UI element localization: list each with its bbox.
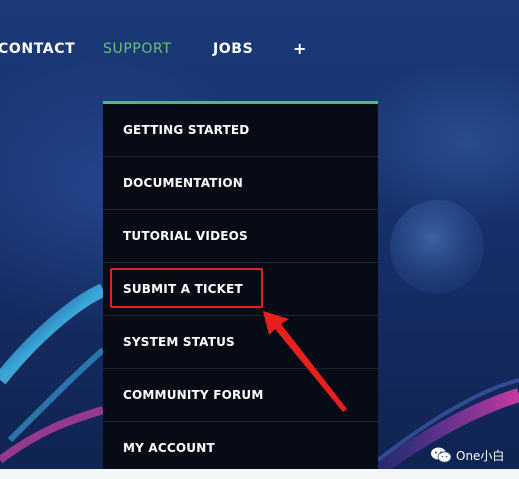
nav-support[interactable]: SUPPORT [103, 41, 172, 57]
sphere-decoration [390, 200, 484, 294]
bottom-strip [0, 469, 519, 479]
menu-item-label: GETTING STARTED [123, 123, 250, 137]
menu-item-my-account[interactable]: MY ACCOUNT [103, 422, 378, 475]
menu-item-tutorial-videos[interactable]: TUTORIAL VIDEOS [103, 210, 378, 263]
menu-item-label: SYSTEM STATUS [123, 335, 235, 349]
menu-item-label: TUTORIAL VIDEOS [123, 229, 248, 243]
red-arrow-icon [263, 311, 347, 412]
menu-item-getting-started[interactable]: GETTING STARTED [103, 104, 378, 157]
menu-item-documentation[interactable]: DOCUMENTATION [103, 157, 378, 210]
nav-more-plus-icon[interactable]: + [293, 39, 307, 58]
page: CONTACT SUPPORT JOBS + GETTING STARTED D… [0, 0, 519, 479]
annotation-highlight-box [110, 268, 263, 308]
watermark-text: One小白 [456, 449, 505, 463]
menu-item-label: COMMUNITY FORUM [123, 388, 264, 402]
nav-jobs[interactable]: JOBS [213, 41, 253, 57]
top-navigation: CONTACT SUPPORT JOBS + [0, 0, 519, 100]
nav-contact[interactable]: CONTACT [0, 41, 75, 57]
menu-item-label: MY ACCOUNT [123, 441, 215, 455]
wechat-icon [431, 447, 452, 463]
menu-item-label: DOCUMENTATION [123, 176, 243, 190]
